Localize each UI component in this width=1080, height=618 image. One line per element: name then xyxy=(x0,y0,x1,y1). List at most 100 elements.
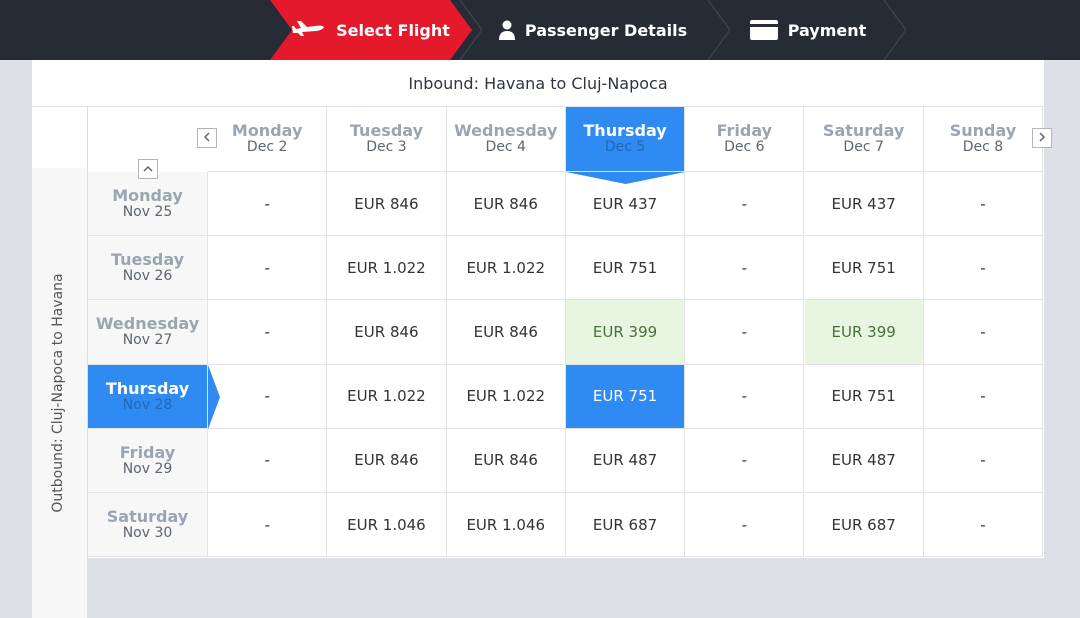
price-cell[interactable]: EUR 846 xyxy=(327,172,447,237)
price-cell[interactable]: EUR 1.046 xyxy=(446,493,566,558)
row-day: Wednesday xyxy=(95,314,200,334)
price-cell: - xyxy=(685,236,805,301)
column-day: Sunday xyxy=(949,121,1017,140)
credit-card-icon xyxy=(749,20,778,40)
row-date: Nov 30 xyxy=(122,525,173,542)
column-header-tuesday[interactable]: Tuesday Dec 3 xyxy=(327,107,447,172)
step-passenger-details[interactable]: Passenger Details xyxy=(488,0,698,60)
column-day: Tuesday xyxy=(349,121,423,140)
step-select-flight-label: Select Flight xyxy=(336,20,450,40)
price-value: - xyxy=(264,322,270,341)
price-value: - xyxy=(264,451,270,470)
column-header-friday[interactable]: Friday Dec 6 xyxy=(685,107,805,172)
price-value: EUR 846 xyxy=(354,322,419,341)
outbound-label-column: Outbound: Cluj-Napoca to Havana xyxy=(32,168,87,618)
selected-column-pointer xyxy=(565,172,686,184)
row-date: Nov 27 xyxy=(122,332,173,349)
price-value: - xyxy=(980,322,986,341)
price-cell[interactable]: EUR 751 xyxy=(565,364,686,429)
inbound-title: Inbound: Havana to Cluj-Napoca xyxy=(32,60,1044,107)
chevron-right-icon xyxy=(1038,131,1046,145)
column-date: Dec 6 xyxy=(724,139,765,155)
price-cell[interactable]: EUR 846 xyxy=(327,428,447,493)
row-header-saturday[interactable]: Saturday Nov 30 xyxy=(88,493,208,558)
selected-row-pointer xyxy=(208,364,220,429)
price-cell[interactable]: EUR 751 xyxy=(804,236,924,301)
row-header-tuesday[interactable]: Tuesday Nov 26 xyxy=(88,236,208,301)
price-value: EUR 487 xyxy=(831,451,896,470)
price-value: - xyxy=(980,194,986,213)
price-cell[interactable]: EUR 846 xyxy=(446,300,566,365)
price-cell[interactable]: EUR 1.022 xyxy=(327,364,447,429)
price-cell[interactable]: EUR 1.022 xyxy=(446,364,566,429)
price-value: EUR 1.022 xyxy=(466,258,546,277)
price-cell[interactable]: EUR 399 xyxy=(804,300,924,365)
column-header-sunday[interactable]: Sunday Dec 8 xyxy=(923,107,1044,172)
price-value: EUR 399 xyxy=(592,322,658,341)
price-cell[interactable]: EUR 751 xyxy=(565,236,686,301)
price-cell[interactable]: EUR 751 xyxy=(804,364,924,429)
price-cell[interactable]: EUR 1.022 xyxy=(446,236,566,301)
price-cell: - xyxy=(923,364,1044,429)
price-cell[interactable]: EUR 687 xyxy=(804,493,924,558)
row-header-wednesday[interactable]: Wednesday Nov 27 xyxy=(88,300,208,365)
price-value: EUR 437 xyxy=(592,194,658,213)
price-value: - xyxy=(741,322,748,341)
row-header-monday[interactable]: Monday Nov 25 xyxy=(88,172,208,237)
step-payment[interactable]: Payment xyxy=(718,0,898,60)
prev-outbound-button[interactable] xyxy=(138,159,158,179)
price-cell: - xyxy=(685,428,805,493)
price-value: EUR 846 xyxy=(473,194,538,213)
price-value: EUR 846 xyxy=(473,322,538,341)
chevron-up-icon xyxy=(143,163,153,176)
prev-week-button[interactable] xyxy=(197,128,217,148)
column-day: Wednesday xyxy=(454,121,558,140)
price-cell: - xyxy=(208,493,328,558)
step-select-flight[interactable]: Select Flight xyxy=(270,0,472,60)
column-header-monday[interactable]: Monday Dec 2 xyxy=(208,107,328,172)
column-date: Dec 3 xyxy=(366,139,407,155)
price-cell[interactable]: EUR 846 xyxy=(446,428,566,493)
price-cell[interactable]: EUR 437 xyxy=(804,172,924,237)
price-value: EUR 846 xyxy=(354,451,419,470)
row-day: Tuesday xyxy=(110,250,185,270)
price-cell: - xyxy=(923,172,1044,237)
row-date: Nov 26 xyxy=(122,268,173,285)
airplane-icon xyxy=(292,20,326,40)
step-passenger-details-label: Passenger Details xyxy=(524,20,688,40)
next-week-button[interactable] xyxy=(1032,128,1052,148)
column-date: Dec 2 xyxy=(246,139,288,155)
price-cell[interactable]: EUR 487 xyxy=(565,428,686,493)
price-value: - xyxy=(264,258,270,277)
price-value: - xyxy=(741,258,748,277)
price-cell[interactable]: EUR 1.022 xyxy=(327,236,447,301)
price-cell[interactable]: EUR 687 xyxy=(565,493,686,558)
price-cell[interactable]: EUR 399 xyxy=(565,300,686,365)
price-value: - xyxy=(264,515,270,534)
price-value: - xyxy=(741,451,748,470)
price-value: - xyxy=(264,194,270,213)
price-cell: - xyxy=(685,364,805,429)
price-cell: - xyxy=(923,428,1044,493)
column-header-wednesday[interactable]: Wednesday Dec 4 xyxy=(446,107,566,172)
price-value: - xyxy=(741,387,748,406)
price-value: - xyxy=(980,387,986,406)
price-cell[interactable]: EUR 1.046 xyxy=(327,493,447,558)
column-date: Dec 7 xyxy=(843,139,884,155)
row-day: Friday xyxy=(119,442,176,462)
price-value: EUR 1.046 xyxy=(347,515,426,534)
column-header-thursday[interactable]: Thursday Dec 5 xyxy=(565,107,686,172)
row-day: Monday xyxy=(112,186,183,206)
row-date: Nov 28 xyxy=(122,396,173,413)
row-header-friday[interactable]: Friday Nov 29 xyxy=(88,428,208,493)
column-header-saturday[interactable]: Saturday Dec 7 xyxy=(804,107,924,172)
price-cell: - xyxy=(923,236,1044,301)
row-header-thursday[interactable]: Thursday Nov 28 xyxy=(88,364,208,429)
price-cell[interactable]: EUR 846 xyxy=(446,172,566,237)
person-icon xyxy=(498,20,515,40)
price-cell[interactable]: EUR 846 xyxy=(327,300,447,365)
price-cell[interactable]: EUR 487 xyxy=(804,428,924,493)
price-value: - xyxy=(980,258,986,277)
price-cell: - xyxy=(923,300,1044,365)
price-cell: - xyxy=(208,300,328,365)
